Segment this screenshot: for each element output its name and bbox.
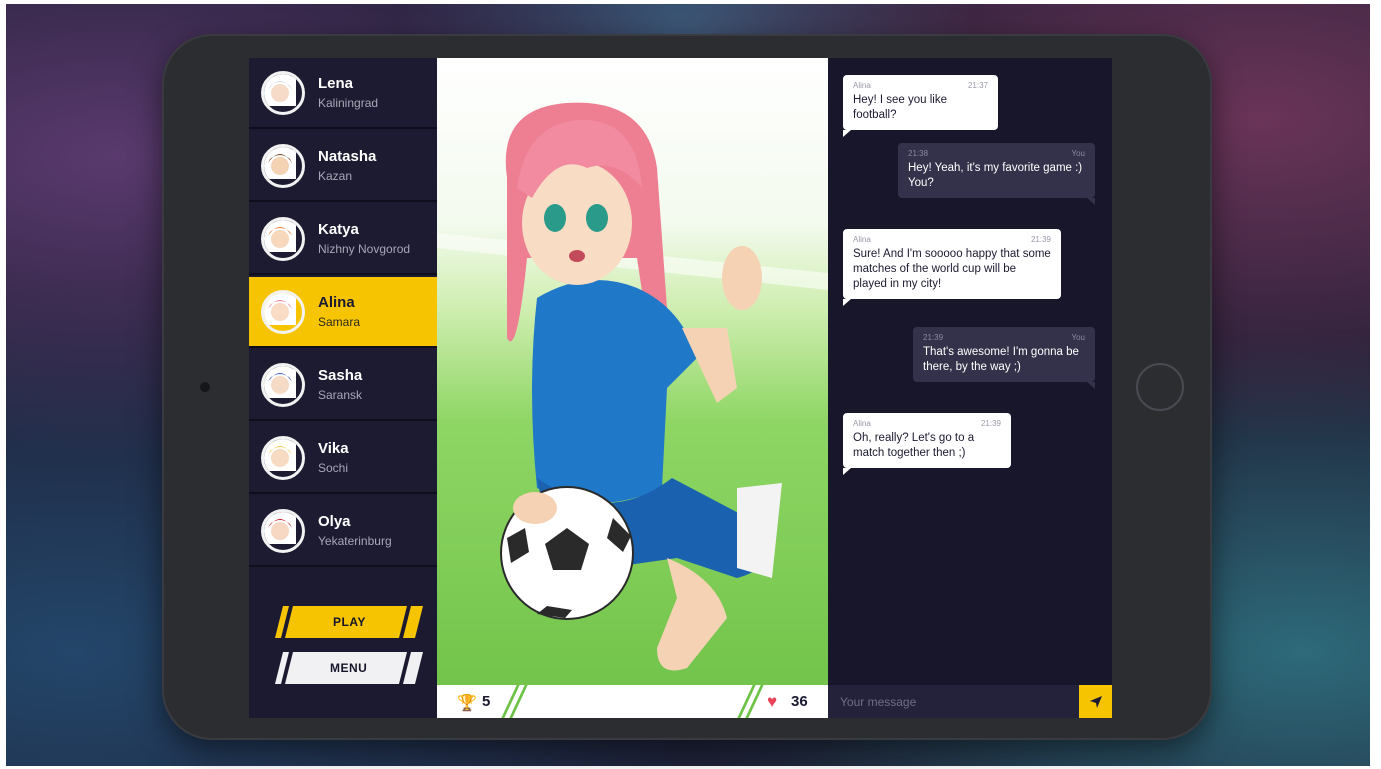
divider [509, 685, 528, 718]
chat-message: 21:39 You That's awesome! I'm gonna be th… [913, 327, 1095, 389]
home-button[interactable] [1136, 363, 1184, 411]
chat-message: Alina 21:39 Sure! And I'm sooooo happy th… [843, 229, 1061, 306]
send-button[interactable] [1079, 685, 1112, 718]
chat-message: Alina 21:37 Hey! I see you like football? [843, 75, 998, 137]
avatar [261, 435, 305, 480]
contact-city: Saransk [318, 387, 363, 402]
message-input[interactable] [828, 685, 1078, 718]
menu-button[interactable]: MENU [275, 652, 423, 684]
bubble-tail [843, 130, 851, 137]
contact-item-lena[interactable]: Lena Kaliningrad [249, 58, 437, 129]
contact-name: Katya [318, 220, 359, 238]
avatar [261, 362, 305, 407]
send-icon [1089, 695, 1102, 708]
contact-name: Olya [318, 512, 351, 530]
message-sender: Alina [853, 235, 871, 244]
stats-bar: 🏆 5 ♥ 36 [437, 685, 828, 718]
message-sender: You [1071, 149, 1086, 158]
message-time: 21:38 [908, 149, 929, 158]
button-stripe [281, 606, 293, 638]
message-sender: You [1071, 333, 1086, 342]
message-text: Hey! Yeah, it's my favorite game :) You? [908, 162, 1083, 189]
contact-city: Kaliningrad [318, 95, 379, 110]
message-sender: Alina [853, 81, 871, 90]
message-text: That's awesome! I'm gonna be there, by t… [923, 346, 1079, 373]
chat-message: Alina 21:39 Oh, really? Let's go to a mat… [843, 413, 1011, 475]
contact-item-sasha[interactable]: Sasha Saransk [249, 350, 437, 421]
heart-count: 36 [791, 693, 808, 710]
heart-icon: ♥ [767, 692, 778, 711]
divider [745, 685, 764, 718]
button-stripe [399, 652, 411, 684]
avatar [261, 70, 305, 115]
bubble-tail [1087, 382, 1095, 389]
camera-dot [200, 382, 210, 392]
contact-item-katya[interactable]: Katya Nizhny Novgorod [249, 204, 437, 275]
contact-item-natasha[interactable]: Natasha Kazan [249, 131, 437, 202]
character-portrait: 🏆 5 ♥ 36 [437, 58, 828, 718]
contact-name: Alina [318, 293, 355, 311]
trophy-count: 5 [482, 693, 491, 710]
contacts-sidebar: Lena Kaliningrad Natasha Kazan Katya Nizhny… [249, 58, 437, 718]
contact-name: Sasha [318, 366, 363, 384]
avatar [261, 143, 305, 188]
contact-item-vika[interactable]: Vika Sochi [249, 423, 437, 494]
avatar [261, 289, 305, 334]
message-composer [828, 685, 1112, 718]
button-stripe [399, 606, 411, 638]
chat-message: 21:38 You Hey! Yeah, it's my favorite gam… [898, 143, 1095, 205]
contact-name: Lena [318, 74, 354, 92]
menu-label: MENU [330, 661, 368, 675]
contact-city: Sochi [318, 460, 349, 475]
contact-city: Nizhny Novgorod [318, 241, 411, 256]
message-time: 21:39 [980, 419, 1001, 428]
contact-item-olya[interactable]: Olya Yekaterinburg [249, 496, 437, 567]
avatar [261, 508, 305, 553]
message-text: Sure! And I'm sooooo happy that some mat… [853, 248, 1051, 290]
button-stripe [281, 652, 293, 684]
bubble-tail [1087, 198, 1095, 205]
message-time: 21:37 [967, 81, 988, 90]
message-text: Oh, really? Let's go to a match together… [853, 432, 975, 459]
play-label: PLAY [332, 615, 366, 629]
character-illustration [437, 102, 828, 671]
game-screen: Lena Kaliningrad Natasha Kazan Katya Nizhny… [249, 58, 1112, 718]
message-time: 21:39 [923, 333, 944, 342]
message-text: Hey! I see you like football? [853, 94, 947, 121]
bubble-tail [843, 468, 851, 475]
trophy-icon: 🏆 [457, 695, 477, 712]
contact-name: Vika [318, 439, 349, 457]
chat-panel: Alina 21:37 Hey! I see you like football?… [828, 58, 1112, 718]
contact-city: Samara [318, 314, 361, 329]
bubble-tail [843, 299, 851, 306]
contact-city: Yekaterinburg [318, 533, 392, 548]
message-time: 21:39 [1030, 235, 1051, 244]
avatar [261, 216, 305, 261]
contact-item-alina[interactable]: Alina Samara [249, 277, 437, 348]
contact-city: Kazan [318, 168, 353, 183]
play-button[interactable]: PLAY [275, 606, 423, 638]
contact-name: Natasha [318, 147, 377, 165]
message-sender: Alina [853, 419, 871, 428]
